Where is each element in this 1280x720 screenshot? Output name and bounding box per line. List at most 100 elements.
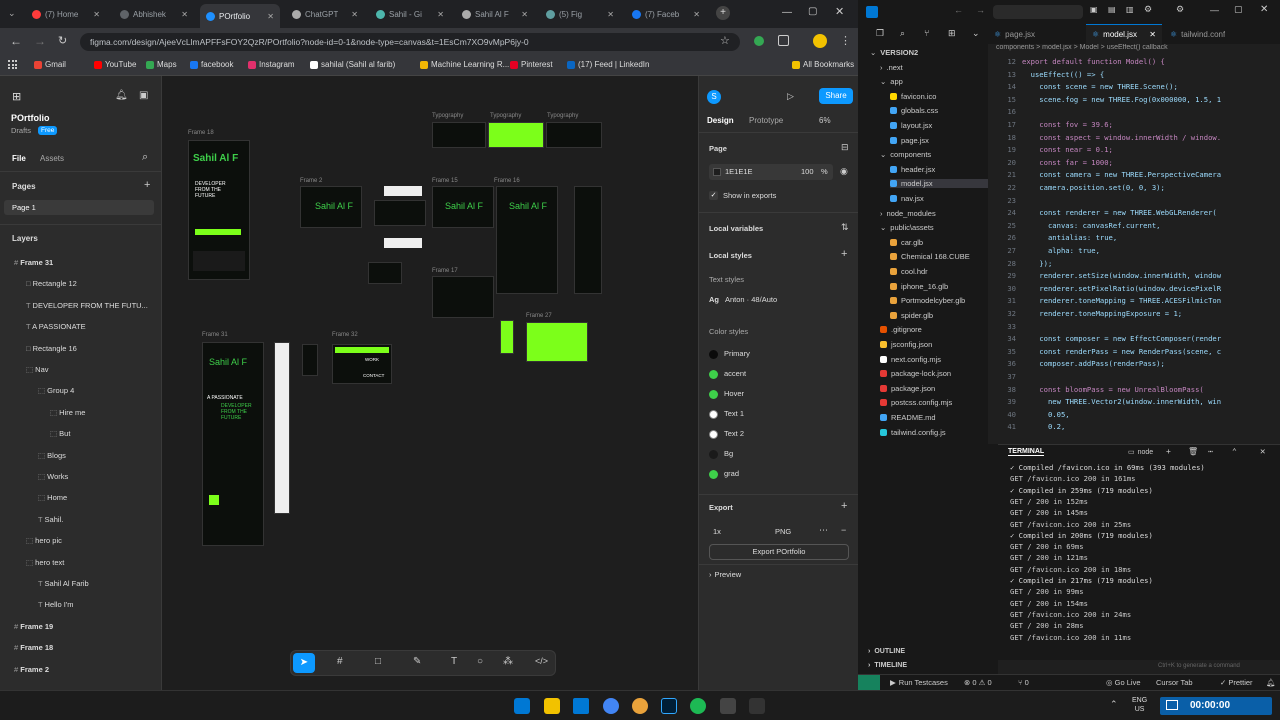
figma-main-menu-icon[interactable]: ⊞ bbox=[12, 90, 24, 103]
layer-item[interactable]: ⬚ hero text bbox=[26, 558, 64, 567]
explorer-item[interactable]: › .next bbox=[880, 63, 903, 72]
export-more-icon[interactable]: ⋯ bbox=[819, 525, 828, 536]
nav-back-icon[interactable]: ← bbox=[954, 5, 963, 15]
profile-avatar[interactable] bbox=[813, 34, 827, 48]
address-bar[interactable]: figma.com/design/AjeeVcLlmAPFFsFOY2QzR/P… bbox=[80, 33, 740, 51]
layer-item[interactable]: T Sahil Al Farib bbox=[38, 579, 89, 588]
editor-tab[interactable]: ⚛ page.jsx bbox=[988, 24, 1084, 44]
explorer-item[interactable]: car.glb bbox=[890, 238, 923, 247]
frame-16[interactable]: Sahil Al F bbox=[496, 186, 558, 294]
layer-item[interactable]: □ Rectangle 12 bbox=[26, 279, 77, 288]
dev-mode-icon[interactable]: </> bbox=[535, 656, 548, 666]
typography-frame-2[interactable] bbox=[488, 122, 544, 148]
color-style-item[interactable]: Text 1 bbox=[709, 409, 744, 419]
layer-item[interactable]: ⬚ Hire me bbox=[50, 408, 85, 417]
bookmark-item[interactable]: facebook bbox=[190, 60, 233, 69]
explorer-item[interactable]: ⌄ app bbox=[880, 77, 903, 86]
bookmark-star-icon[interactable]: ☆ bbox=[720, 34, 730, 47]
zoom-level[interactable]: 6% bbox=[819, 116, 831, 125]
small-frame[interactable] bbox=[374, 200, 426, 226]
remove-export-icon[interactable]: − bbox=[841, 525, 846, 535]
add-export-plus-icon[interactable]: + bbox=[841, 500, 847, 512]
layer-item[interactable]: □ Rectangle 16 bbox=[26, 344, 77, 353]
frame-side[interactable] bbox=[574, 186, 602, 294]
user-avatar[interactable]: S bbox=[707, 90, 721, 104]
local-variables-heading[interactable]: Local variables bbox=[709, 224, 763, 233]
explorer-item[interactable]: page.jsx bbox=[890, 136, 929, 145]
color-style-item[interactable]: Primary bbox=[709, 349, 750, 359]
drafts-label[interactable]: Drafts bbox=[11, 126, 31, 135]
layer-item[interactable]: # Frame 18 bbox=[14, 643, 53, 652]
explorer-item[interactable]: spider.glb bbox=[890, 311, 933, 320]
visibility-eye-icon[interactable]: ◉ bbox=[840, 166, 848, 177]
color-style-item[interactable]: grad bbox=[709, 469, 739, 479]
browser-tab[interactable]: ChatGPT ✕ bbox=[286, 4, 364, 24]
settings-gear-icon[interactable]: ⚙ bbox=[1144, 4, 1152, 15]
page-color-field[interactable]: 1E1E1E 100 % bbox=[709, 164, 833, 180]
terminal-tab[interactable]: TERMINAL bbox=[1008, 448, 1045, 456]
layer-item[interactable]: ⬚ Nav bbox=[26, 365, 49, 374]
explorer-item[interactable]: nav.jsx bbox=[890, 194, 924, 203]
tab-close-icon[interactable]: ✕ bbox=[93, 10, 100, 19]
explorer-item[interactable]: cool.hdr bbox=[890, 267, 928, 276]
browser-tab[interactable]: Abhishek ✕ bbox=[114, 4, 194, 24]
sidebar-toggle-icon[interactable]: ▣ bbox=[139, 90, 148, 101]
tab-prototype[interactable]: Prototype bbox=[749, 116, 783, 125]
ports-status[interactable]: ⑂ 0 bbox=[1018, 678, 1029, 687]
browser-tab[interactable]: POrtfolio ✕ bbox=[200, 4, 280, 28]
tab-close-icon[interactable]: ✕ bbox=[693, 10, 700, 19]
editor-tab[interactable]: ⚛ model.jsx ✕ bbox=[1086, 24, 1162, 44]
browser-tab[interactable]: (7) Home ✕ bbox=[26, 4, 106, 24]
layer-item[interactable]: ⬚ Works bbox=[38, 472, 68, 481]
bookmark-item[interactable]: (17) Feed | LinkedIn bbox=[567, 60, 649, 69]
terminal-shell-dropdown[interactable]: ▭ node bbox=[1128, 448, 1153, 456]
typography-frame-1[interactable] bbox=[432, 122, 486, 148]
browser-menu-icon[interactable]: ⋮ bbox=[840, 34, 851, 47]
explorer-item[interactable]: ⌄ components bbox=[880, 150, 931, 159]
breadcrumb[interactable]: components > model.jsx > Model > useEffe… bbox=[988, 44, 1280, 55]
typography-frame-3[interactable] bbox=[546, 122, 602, 148]
tab-close-icon[interactable]: ✕ bbox=[1149, 30, 1156, 39]
explorer-item[interactable]: globals.css bbox=[890, 106, 938, 115]
maximize-panel-icon[interactable]: ⌃ bbox=[1232, 447, 1237, 456]
notion-taskbar-icon[interactable] bbox=[720, 698, 736, 714]
panel-toggle-icon[interactable]: ▤ bbox=[1108, 5, 1116, 14]
chrome-taskbar-icon[interactable] bbox=[603, 698, 619, 714]
all-bookmarks-folder[interactable]: All Bookmarks bbox=[792, 60, 854, 69]
explorer-item[interactable]: Chemical 168.CUBE bbox=[890, 252, 970, 261]
run-testcases-button[interactable]: ▶ Run Testcases bbox=[890, 678, 948, 687]
terminal-more-icon[interactable]: ⋯ bbox=[1208, 447, 1213, 456]
new-tab-plus-icon[interactable]: + bbox=[716, 6, 730, 20]
language-indicator[interactable]: ENG US bbox=[1132, 696, 1147, 714]
bookmark-item[interactable]: Gmail bbox=[34, 60, 66, 69]
app-taskbar-icon[interactable] bbox=[749, 698, 765, 714]
layer-item[interactable]: # Frame 19 bbox=[14, 622, 53, 631]
tab-close-icon[interactable]: ✕ bbox=[437, 10, 444, 19]
extensions-icon[interactable]: ⊞ bbox=[948, 28, 956, 39]
extension-icon[interactable] bbox=[754, 36, 764, 46]
terminal-panel[interactable]: TERMINAL ▭ node + 🗑︎ ⋯ ⌃ ✕ ✓ Compiled /fa… bbox=[998, 444, 1280, 669]
browser-tab[interactable]: Sahil Al F ✕ bbox=[456, 4, 534, 24]
go-live-button[interactable]: ◎ Go Live bbox=[1106, 678, 1141, 687]
layer-item[interactable]: ⬚ Home bbox=[38, 493, 67, 502]
apps-grid-icon[interactable] bbox=[8, 60, 18, 70]
bookmark-item[interactable]: Machine Learning R... bbox=[420, 60, 509, 69]
layer-item[interactable]: ⬚ hero pic bbox=[26, 536, 62, 545]
actions-tool-icon[interactable]: ⁂ bbox=[503, 656, 513, 667]
bookmark-item[interactable]: YouTube bbox=[94, 60, 136, 69]
frame-15[interactable]: Sahil Al F bbox=[432, 186, 494, 228]
color-style-item[interactable]: Bg bbox=[709, 449, 733, 459]
frame-18[interactable]: Sahil Al F DEVELOPER FROM THE FUTURE bbox=[188, 140, 250, 280]
explorer-item[interactable]: tailwind.config.js bbox=[880, 428, 946, 437]
small-frame[interactable] bbox=[368, 262, 402, 284]
layer-item[interactable]: T A PASSIONATE bbox=[26, 322, 86, 331]
explorer-item[interactable]: package.json bbox=[880, 384, 935, 393]
reload-icon[interactable]: ↻ bbox=[58, 34, 67, 47]
bookmark-item[interactable]: sahilal (Sahil al farib) bbox=[310, 60, 395, 69]
spotify-taskbar-icon[interactable] bbox=[690, 698, 706, 714]
layer-item[interactable]: # Frame 2 bbox=[14, 665, 49, 674]
file-explorer-icon[interactable] bbox=[544, 698, 560, 714]
timeline-section[interactable]: › TIMELINE bbox=[868, 662, 907, 669]
sidebar-toggle-icon[interactable]: ▥ bbox=[1126, 5, 1134, 14]
page-settings-icon[interactable]: ⊟ bbox=[841, 142, 849, 153]
